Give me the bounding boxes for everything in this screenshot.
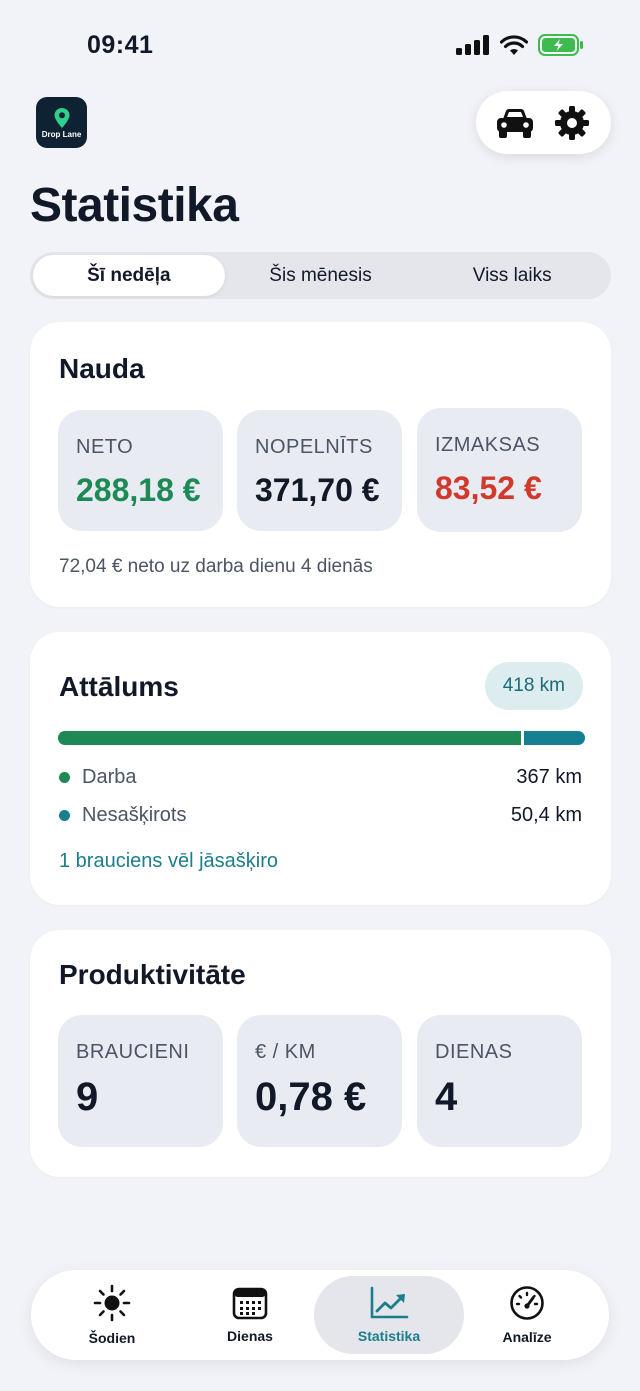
vehicle-button[interactable] xyxy=(490,98,540,148)
per-km-label: € / KM xyxy=(255,1041,316,1063)
earned-tile: NOPELNĪTS 371,70 € xyxy=(237,410,402,531)
earned-value: 371,70 € xyxy=(255,472,380,508)
tab-this-week[interactable]: Šī nedēļa xyxy=(33,255,225,296)
settings-button[interactable] xyxy=(547,98,597,148)
net-per-day-note: 72,04 € neto uz darba dienu 4 dienās xyxy=(59,556,373,577)
net-tile: NETO 288,18 € xyxy=(58,410,223,531)
nav-item-today[interactable]: Šodien xyxy=(37,1276,187,1354)
legend-value-unsorted: 50,4 km xyxy=(510,804,582,826)
gauge-icon xyxy=(510,1286,544,1320)
expenses-label: IZMAKSAS xyxy=(435,434,541,456)
bottom-nav: Šodien Dienas Statistika Analīze xyxy=(31,1270,609,1360)
nav-item-days[interactable]: Dienas xyxy=(175,1276,325,1354)
per-km-tile: € / KM 0,78 € xyxy=(237,1015,402,1147)
status-time: 09:41 xyxy=(87,31,154,59)
legend-label-unsorted: Nesašķirots xyxy=(82,804,187,826)
nav-item-analysis[interactable]: Analīze xyxy=(452,1276,602,1354)
app-logo-text: Drop Lane xyxy=(41,129,82,139)
money-card-title: Nauda xyxy=(59,353,145,384)
nav-label-analysis: Analīze xyxy=(502,1329,552,1345)
legend-value-work: 367 km xyxy=(516,766,582,788)
page-title: Statistika xyxy=(30,179,239,232)
signal-icon xyxy=(456,35,490,60)
nav-label-statistics: Statistika xyxy=(357,1328,421,1344)
days-label: DIENAS xyxy=(435,1041,513,1063)
nav-label-days: Dienas xyxy=(227,1328,273,1344)
trips-value: 9 xyxy=(76,1075,99,1119)
legend-label-work: Darba xyxy=(82,766,137,788)
app-logo: Drop Lane xyxy=(36,97,87,148)
tab-all-time[interactable]: Viss laiks xyxy=(416,255,608,296)
statistics-screen: 09:41 Drop Lane Statistika Šī nedēļa Šis… xyxy=(0,0,640,1391)
work-dot-icon xyxy=(59,772,70,783)
tab-this-month[interactable]: Šis mēnesis xyxy=(225,255,417,296)
expenses-tile: IZMAKSAS 83,52 € xyxy=(417,408,582,532)
total-distance-badge: 418 km xyxy=(484,662,583,710)
nav-label-today: Šodien xyxy=(88,1330,136,1346)
gear-icon xyxy=(555,105,590,140)
money-card: Nauda NETO 288,18 € NOPELNĪTS 371,70 € I… xyxy=(30,322,611,607)
trips-tile: BRAUCIENI 9 xyxy=(58,1015,223,1147)
days-value: 4 xyxy=(435,1075,458,1119)
net-value: 288,18 € xyxy=(76,472,201,508)
wifi-icon xyxy=(499,34,529,61)
work-distance-segment xyxy=(58,731,522,745)
distance-split-bar xyxy=(58,731,585,745)
status-bar: 09:41 xyxy=(0,0,640,94)
expenses-value: 83,52 € xyxy=(435,470,542,506)
chart-icon xyxy=(370,1286,409,1319)
distance-card-title: Attālums xyxy=(59,671,179,702)
car-icon xyxy=(496,108,533,138)
per-km-value: 0,78 € xyxy=(255,1075,367,1119)
legend-row-work: Darba 367 km xyxy=(59,766,582,789)
distance-card: Attālums 418 km Darba 367 km Nesašķirots… xyxy=(30,632,611,905)
location-pin-icon xyxy=(54,107,69,128)
legend-row-unsorted: Nesašķirots 50,4 km xyxy=(59,804,582,827)
header-actions xyxy=(476,91,611,154)
sun-icon xyxy=(93,1284,131,1322)
unsorted-distance-segment xyxy=(524,731,585,745)
unsorted-dot-icon xyxy=(59,810,70,821)
battery-icon xyxy=(538,34,584,61)
productivity-card: Produktivitāte BRAUCIENI 9 € / KM 0,78 €… xyxy=(30,930,611,1177)
period-selector: Šī nedēļa Šis mēnesis Viss laiks xyxy=(30,252,611,299)
net-label: NETO xyxy=(76,436,134,458)
days-tile: DIENAS 4 xyxy=(417,1015,582,1147)
nav-item-statistics[interactable]: Statistika xyxy=(314,1276,464,1354)
trips-label: BRAUCIENI xyxy=(76,1041,190,1063)
sort-trips-link[interactable]: 1 brauciens vēl jāsašķiro xyxy=(59,850,278,873)
productivity-card-title: Produktivitāte xyxy=(59,959,246,990)
earned-label: NOPELNĪTS xyxy=(255,436,373,458)
status-icons xyxy=(456,34,584,61)
calendar-icon xyxy=(232,1287,268,1320)
